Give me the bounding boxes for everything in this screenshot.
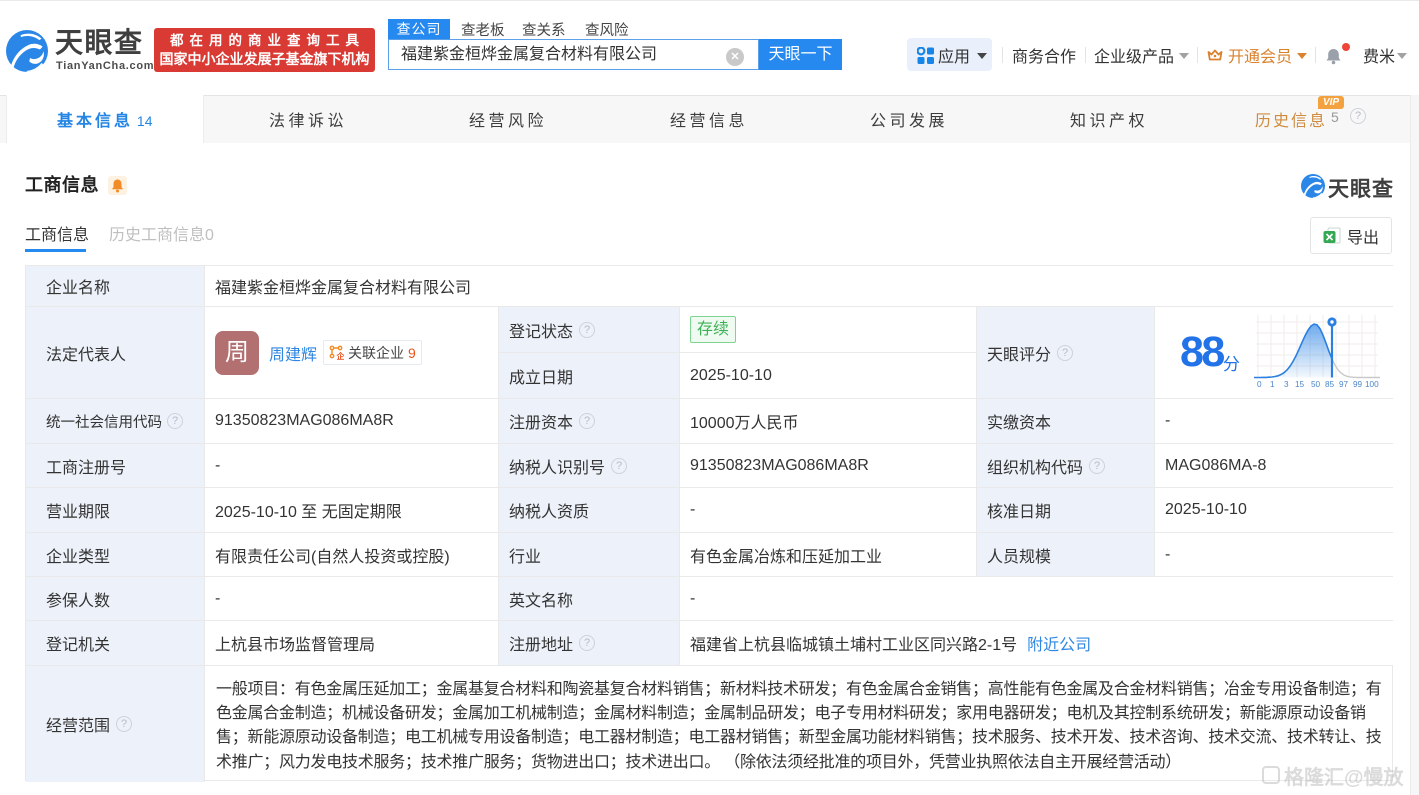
svg-text:50: 50	[1311, 380, 1321, 389]
svg-text:3: 3	[1284, 380, 1289, 389]
svg-text:85: 85	[1325, 380, 1335, 389]
svg-text:100: 100	[1365, 380, 1379, 389]
svg-text:99: 99	[1353, 380, 1363, 389]
svg-text:15: 15	[1295, 380, 1305, 389]
svg-text:97: 97	[1339, 380, 1349, 389]
svg-text:企: 企	[336, 351, 345, 360]
svg-text:0: 0	[1257, 380, 1262, 389]
svg-text:1: 1	[1270, 380, 1275, 389]
